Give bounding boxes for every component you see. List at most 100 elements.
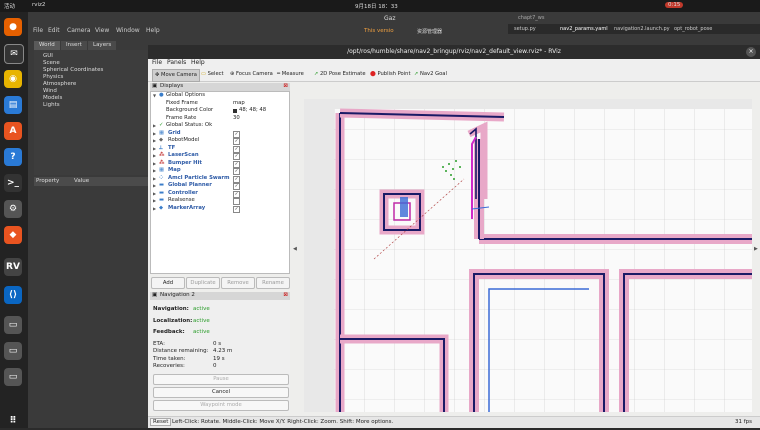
display-realsense[interactable]: ▶ ▬ Realsense <box>151 197 289 205</box>
map-icon: ▦ <box>159 167 165 173</box>
gz-tree-spherical[interactable]: Spherical Coordinates <box>43 67 103 73</box>
editor-tab-launch[interactable]: navigation2.launch.py <box>614 26 670 32</box>
displays-buttons: Add Duplicate Remove Rename <box>150 277 290 289</box>
editor-tab-params[interactable]: nav2_params.yaml <box>560 26 608 32</box>
writer-icon[interactable]: ▤ <box>4 96 22 114</box>
gz-tab-world[interactable]: World <box>34 41 60 50</box>
panel-close-icon[interactable]: ⊠ <box>283 292 288 298</box>
gazebo-world-tree: GUI Scene Spherical Coordinates Physics … <box>34 50 149 175</box>
reset-button[interactable]: Reset <box>150 418 172 426</box>
row-global-options[interactable]: ▼ ● Global Options <box>151 92 289 100</box>
expand-down-icon[interactable]: ▼ <box>153 92 156 100</box>
tool-nav2-goal[interactable]: ➚ Nav2 Goal <box>412 69 449 80</box>
rviz-toolbar: ✥ Move Camera ▭ Select ⊕ Focus Camera ━ … <box>148 67 760 82</box>
tool-move-camera[interactable]: ✥ Move Camera <box>152 69 200 82</box>
nav2-panel-header: ▣ Navigation 2 ⊠ <box>150 292 290 300</box>
close-icon[interactable]: × <box>746 47 756 57</box>
tool-focus-camera[interactable]: ⊕ Focus Camera <box>228 69 275 80</box>
displays-icon: ▣ <box>152 83 158 89</box>
gz-menu-file[interactable]: File <box>33 27 43 34</box>
display-tf[interactable]: ▶ ⟂ TF ✓ <box>151 145 289 153</box>
bumper-icon: ⁂ <box>159 159 165 166</box>
expand-right-icon[interactable]: ▶ <box>153 122 156 130</box>
check-icon: ✓ <box>159 122 164 128</box>
display-controller[interactable]: ▶ ▬ Controller ✓ <box>151 190 289 198</box>
gz-menu-view[interactable]: View <box>95 27 109 34</box>
add-button[interactable]: Add <box>151 277 185 289</box>
pause-button[interactable]: Pause <box>153 374 289 385</box>
tool-select[interactable]: ▭ Select <box>199 69 226 80</box>
loc-status-value: active <box>193 318 210 324</box>
disk-icon-3[interactable]: ▭ <box>4 368 22 386</box>
display-global-planner[interactable]: ▶ ▬ Global Planner ✓ <box>151 182 289 190</box>
menu-file[interactable]: File <box>152 59 162 66</box>
display-laserscan[interactable]: ▶ ⁂ LaserScan ✓ <box>151 152 289 160</box>
cancel-button[interactable]: Cancel <box>153 387 289 398</box>
gz-tree-lights[interactable]: Lights <box>43 102 60 108</box>
display-amcl[interactable]: ▶ ⁘ Amcl Particle Swarm ✓ <box>151 175 289 183</box>
gz-menu-edit[interactable]: Edit <box>48 27 60 34</box>
gz-tree-physics[interactable]: Physics <box>43 74 63 80</box>
display-grid[interactable]: ▶ ▦ Grid ✓ <box>151 130 289 138</box>
gz-menu-help[interactable]: Help <box>146 27 160 34</box>
display-bumper-hit[interactable]: ▶ ⁂ Bumper Hit ✓ <box>151 160 289 168</box>
row-background-color[interactable]: Background Color 48; 48; 48 <box>151 107 289 115</box>
menu-help[interactable]: Help <box>191 59 205 66</box>
gz-tab-layers[interactable]: Layers <box>88 41 117 50</box>
show-apps-icon[interactable]: ⠿ <box>4 412 22 430</box>
tool-measure[interactable]: ━ Measure <box>275 69 306 80</box>
gz-menu-window[interactable]: Window <box>116 27 140 34</box>
gz-tree-scene[interactable]: Scene <box>43 60 60 66</box>
editor-tab-setup[interactable]: setup.py <box>514 26 536 32</box>
settings-icon[interactable]: ⚙ <box>4 200 22 218</box>
dock: ● ✉ ◉ ▤ A ? >_ ⚙ ◆ RV ⟨⟩ ▭ ▭ ▭ ⠿ <box>0 12 28 428</box>
gz-tree-gui[interactable]: GUI <box>43 53 53 59</box>
rviz-status-bar: Reset Left-Click: Rotate. Middle-Click: … <box>148 416 760 428</box>
app-center-icon[interactable]: A <box>4 122 22 140</box>
duplicate-button[interactable]: Duplicate <box>186 277 220 289</box>
tool-publish-point[interactable]: ⬤ Publish Point <box>368 69 413 80</box>
rhythmbox-icon[interactable]: ◉ <box>4 70 22 88</box>
thunderbird-icon[interactable]: ✉ <box>4 44 24 64</box>
nav2-title: Navigation 2 <box>160 292 195 298</box>
collapse-left-icon[interactable]: ◀ <box>293 246 297 252</box>
editor-tab-robotpose[interactable]: opt_robot_pose <box>674 26 712 32</box>
tool-2d-pose-estimate[interactable]: ➚ 2D Pose Estimate <box>312 69 368 80</box>
help-icon[interactable]: ? <box>4 148 22 166</box>
time-taken-label: Time taken: <box>153 356 186 362</box>
battery-indicator[interactable]: 0:15 <box>665 2 684 8</box>
collapse-right-icon[interactable]: ▶ <box>754 246 758 252</box>
gz-menu-camera[interactable]: Camera <box>67 27 91 34</box>
nav2-icon: ▣ <box>152 292 158 298</box>
gz-tree-models[interactable]: Models <box>43 95 62 101</box>
activities-button[interactable]: 活动 <box>4 2 15 10</box>
remove-button[interactable]: Remove <box>221 277 255 289</box>
markerarray-checkbox[interactable]: ✓ <box>233 205 240 213</box>
rename-button[interactable]: Rename <box>256 277 290 289</box>
disk-icon-2[interactable]: ▭ <box>4 342 22 360</box>
clock[interactable]: 9月18日 18：33 <box>355 2 398 10</box>
waypoint-mode-button[interactable]: Waypoint mode <box>153 400 289 411</box>
gazebo-icon[interactable]: ◆ <box>4 226 22 244</box>
display-robotmodel[interactable]: ▶ ◆ RobotModel ✓ <box>151 137 289 145</box>
rviz-window-title: /opt/ros/humble/share/nav2_bringup/rviz/… <box>347 48 561 55</box>
disk-icon[interactable]: ▭ <box>4 316 22 334</box>
firefox-icon[interactable]: ● <box>4 18 22 36</box>
rviz-3d-viewport[interactable] <box>304 99 752 412</box>
vscode-icon[interactable]: ⟨⟩ <box>4 286 22 304</box>
row-frame-rate[interactable]: Frame Rate 30 <box>151 115 289 123</box>
row-fixed-frame[interactable]: Fixed Frame map <box>151 100 289 108</box>
rviz-icon[interactable]: RV <box>4 258 22 276</box>
display-markerarray[interactable]: ▶ ◆ MarkerArray ✓ <box>151 205 289 213</box>
panel-close-icon[interactable]: ⊠ <box>283 83 288 89</box>
recoveries-value: 0 <box>213 363 217 369</box>
gz-tab-insert[interactable]: Insert <box>61 41 87 50</box>
map-render <box>304 99 752 412</box>
gz-tree-wind[interactable]: Wind <box>43 88 57 94</box>
row-global-status[interactable]: ▶ ✓ Global Status: Ok <box>151 122 289 130</box>
gz-tree-atmosphere[interactable]: Atmosphere <box>43 81 76 87</box>
terminal-icon[interactable]: >_ <box>4 174 22 192</box>
menu-panels[interactable]: Panels <box>167 59 186 66</box>
laser-icon: ⁂ <box>159 152 165 158</box>
display-map[interactable]: ▶ ▦ Map ✓ <box>151 167 289 175</box>
